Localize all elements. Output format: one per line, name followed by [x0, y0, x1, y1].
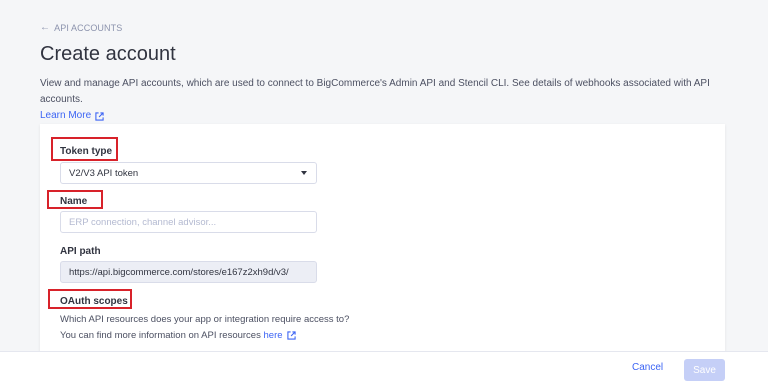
page-title: Create account [40, 43, 176, 65]
token-type-select[interactable]: V2/V3 API token [60, 162, 317, 184]
description-text: View and manage API accounts, which are … [40, 78, 710, 105]
back-to-api-accounts-link[interactable]: ← API ACCOUNTS [40, 22, 123, 34]
api-path-label: API path [60, 246, 101, 257]
breadcrumb-label: API ACCOUNTS [54, 23, 123, 33]
name-input[interactable] [60, 211, 317, 233]
oauth-scopes-label: OAuth scopes [60, 296, 128, 307]
api-path-field: https://api.bigcommerce.com/stores/e167z… [60, 261, 317, 283]
page-description: View and manage API accounts, which are … [40, 76, 730, 124]
external-link-icon [286, 331, 296, 340]
save-button[interactable]: Save [684, 359, 725, 381]
chevron-down-icon [301, 171, 307, 175]
external-link-icon [95, 111, 104, 121]
action-footer: Cancel Save [0, 351, 768, 388]
arrow-left-icon: ← [40, 22, 51, 33]
learn-more-link[interactable]: Learn More [40, 108, 104, 124]
token-type-label: Token type [60, 146, 113, 157]
here-link[interactable]: here [264, 330, 296, 341]
oauth-help-line1: Which API resources does your app or int… [60, 314, 350, 325]
oauth-help-text: You can find more information on API res… [60, 330, 261, 341]
token-type-value: V2/V3 API token [69, 167, 139, 179]
here-label: here [263, 330, 283, 341]
oauth-help-line2: You can find more information on API res… [60, 330, 296, 341]
cancel-button[interactable]: Cancel [632, 362, 663, 373]
api-path-value: https://api.bigcommerce.com/stores/e167z… [69, 266, 289, 278]
name-label: Name [60, 196, 88, 207]
learn-more-label: Learn More [40, 110, 92, 121]
